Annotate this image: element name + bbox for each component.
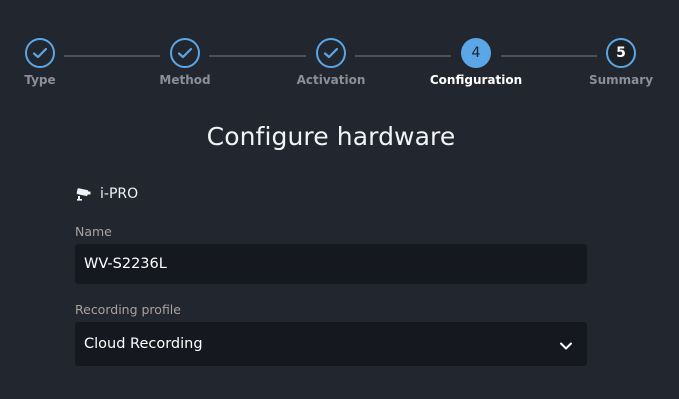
step-label: Activation (296, 73, 366, 87)
checkmark-icon (170, 38, 200, 68)
step-label: Type (24, 73, 56, 87)
chevron-down-icon (559, 339, 573, 350)
page-title: Configure hardware (206, 122, 456, 151)
name-label: Name (75, 224, 112, 239)
name-field[interactable]: WV-S2236L (75, 244, 587, 284)
recording-profile-value: Cloud Recording (84, 336, 203, 352)
vendor-row: i-PRO (76, 186, 138, 202)
step-type[interactable]: Type (0, 38, 90, 87)
name-field-value: WV-S2236L (84, 256, 167, 272)
step-summary[interactable]: 5 Summary (571, 38, 671, 87)
step-label: Method (159, 73, 211, 87)
step-label: Configuration (429, 73, 523, 87)
step-number: 5 (606, 38, 636, 68)
step-label: Summary (588, 73, 654, 87)
configure-hardware-page: Type Method Activation 4 Configuration 5… (0, 0, 679, 399)
recording-profile-select[interactable]: Cloud Recording (75, 322, 587, 366)
vendor-name: i-PRO (100, 186, 139, 202)
recording-profile-label: Recording profile (75, 302, 181, 317)
wizard-stepper: Type Method Activation 4 Configuration 5… (0, 0, 679, 110)
step-configuration[interactable]: 4 Configuration (426, 38, 526, 87)
checkmark-icon (316, 38, 346, 68)
security-camera-icon (76, 187, 92, 201)
step-method[interactable]: Method (135, 38, 235, 87)
checkmark-icon (25, 38, 55, 68)
step-number: 4 (461, 38, 491, 68)
step-activation[interactable]: Activation (281, 38, 381, 87)
